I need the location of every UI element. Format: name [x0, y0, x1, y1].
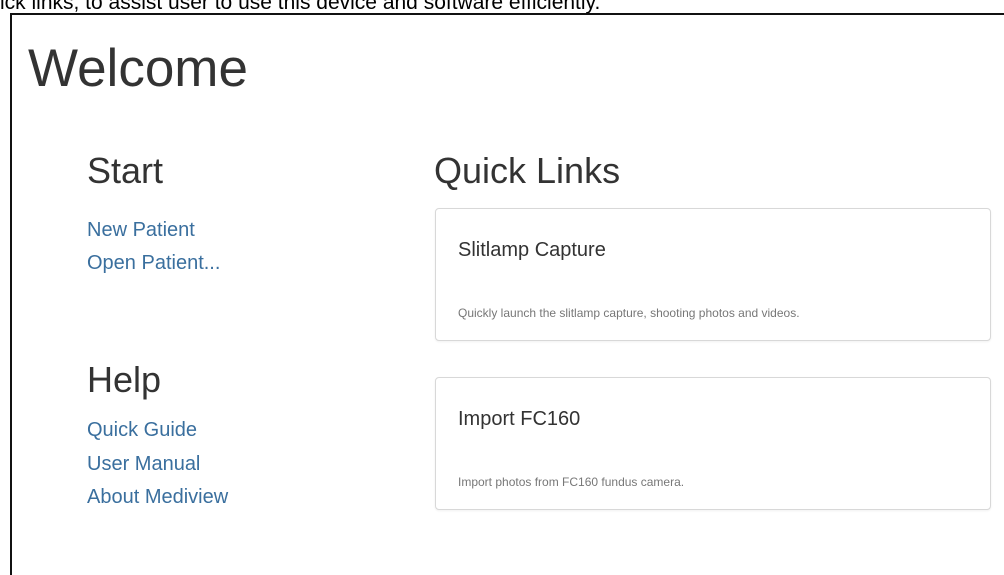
start-heading: Start — [87, 150, 164, 191]
user-manual-link[interactable]: User Manual — [87, 452, 200, 476]
card-description: Quickly launch the slitlamp capture, sho… — [458, 306, 800, 320]
card-title: Import FC160 — [458, 408, 581, 430]
welcome-window: Welcome Start New Patient Open Patient..… — [10, 13, 1004, 575]
open-patient-link[interactable]: Open Patient... — [87, 251, 220, 275]
card-description: Import photos from FC160 fundus camera. — [458, 475, 685, 489]
page-title: Welcome — [28, 39, 248, 98]
new-patient-link[interactable]: New Patient — [87, 218, 195, 242]
quick-guide-link[interactable]: Quick Guide — [87, 418, 197, 442]
about-mediview-link[interactable]: About Mediview — [87, 485, 228, 509]
help-heading: Help — [87, 359, 162, 400]
slitlamp-capture-card[interactable]: Slitlamp Capture Quickly launch the slit… — [435, 208, 991, 341]
quick-links-heading: Quick Links — [434, 150, 621, 191]
card-title: Slitlamp Capture — [458, 239, 606, 261]
import-fc160-card[interactable]: Import FC160 Import photos from FC160 fu… — [435, 377, 991, 510]
